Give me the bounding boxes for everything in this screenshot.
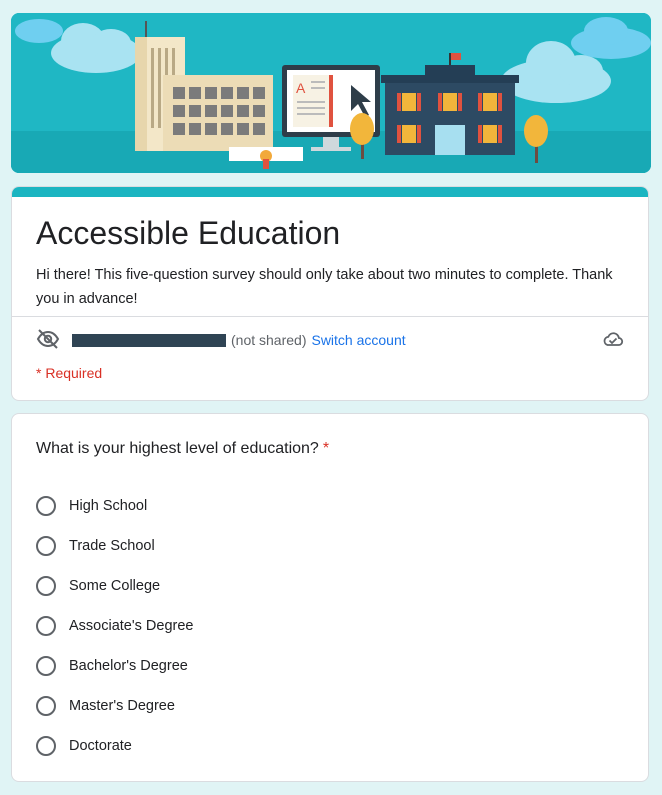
required-asterisk: *	[322, 440, 330, 457]
radio-option-bachelors-degree[interactable]: Bachelor's Degree	[36, 646, 193, 686]
radio-option-masters-degree[interactable]: Master's Degree	[36, 686, 193, 726]
option-label: Master's Degree	[69, 698, 175, 714]
radio-button[interactable]	[36, 616, 56, 636]
radio-button[interactable]	[36, 496, 56, 516]
form-description: Hi there! This five-question survey shou…	[36, 267, 613, 307]
header-banner: A	[11, 13, 651, 173]
svg-text:A: A	[296, 80, 306, 96]
switch-account-link[interactable]: Switch account	[311, 332, 405, 348]
radio-option-trade-school[interactable]: Trade School	[36, 526, 193, 566]
account-row: (not shared) Switch account	[36, 326, 624, 354]
option-label: Trade School	[69, 538, 155, 554]
option-label: Bachelor's Degree	[69, 658, 188, 674]
option-label: Some College	[69, 578, 161, 594]
radio-option-some-college[interactable]: Some College	[36, 566, 193, 606]
divider	[12, 316, 648, 317]
form-header-card: Accessible Education Hi there! This five…	[11, 186, 649, 401]
radio-option-high-school[interactable]: High School	[36, 486, 193, 526]
option-label: Doctorate	[69, 738, 132, 754]
required-note: * Required	[36, 365, 103, 381]
option-label: High School	[69, 498, 148, 514]
radio-button[interactable]	[36, 536, 56, 556]
accent-bar	[12, 187, 648, 197]
cloud-done-icon	[602, 329, 624, 352]
radio-option-doctorate[interactable]: Doctorate	[36, 726, 193, 766]
radio-button[interactable]	[36, 656, 56, 676]
education-illustration: A	[11, 13, 651, 173]
radio-option-associates-degree[interactable]: Associate's Degree	[36, 606, 193, 646]
radio-button[interactable]	[36, 736, 56, 756]
question-text: What is your highest level of education?	[36, 440, 319, 457]
radio-options: High School Trade School Some College As…	[36, 486, 193, 766]
radio-button[interactable]	[36, 576, 56, 596]
option-label: Associate's Degree	[69, 618, 194, 634]
question-card: What is your highest level of education?…	[11, 413, 649, 782]
redacted-email	[72, 333, 226, 347]
radio-button[interactable]	[36, 696, 56, 716]
not-shared-label: (not shared)	[231, 332, 307, 348]
question-title: What is your highest level of education?…	[36, 440, 329, 458]
form-title: Accessible Education	[36, 215, 341, 251]
eye-off-icon	[36, 327, 60, 354]
